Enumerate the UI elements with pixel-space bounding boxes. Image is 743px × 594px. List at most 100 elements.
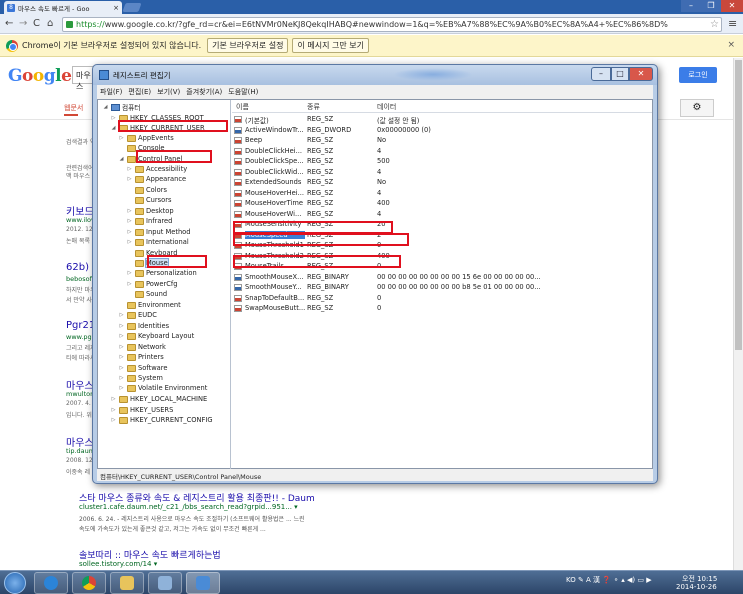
tree-node[interactable]: ▷ Identities <box>118 321 170 331</box>
page-scrollbar[interactable] <box>733 58 743 570</box>
registry-value-row[interactable]: DoubleClickWid... REG_SZ 4 <box>234 168 650 178</box>
tree-node[interactable]: ▷ Network <box>118 342 166 352</box>
tree-node[interactable]: ▷ AppEvents <box>118 133 174 143</box>
registry-value-row[interactable]: MouseHoverHei... REG_SZ 4 <box>234 189 650 199</box>
taskbar-explorer[interactable] <box>110 572 144 594</box>
tree-node[interactable]: ▷ Software <box>118 363 168 373</box>
tree-node[interactable]: ▷ HKEY_LOCAL_MACHINE <box>110 394 208 404</box>
menu-file[interactable]: 파일(F) <box>100 87 122 97</box>
expand-toggle-icon[interactable]: ▷ <box>118 385 125 391</box>
tree-node[interactable]: ▷ EUDC <box>118 310 157 320</box>
taskbar-network[interactable] <box>148 572 182 594</box>
registry-value-row[interactable]: SnapToDefaultB... REG_SZ 0 <box>234 294 650 304</box>
column-header-type[interactable]: 종류 <box>307 102 320 112</box>
tree-node[interactable]: ▷ Printers <box>118 352 164 362</box>
registry-value-row[interactable]: SmoothMouseY... REG_BINARY 00 00 00 00 00 … <box>234 283 650 293</box>
registry-value-row[interactable]: SmoothMouseX... REG_BINARY 00 00 00 00 00 … <box>234 273 650 283</box>
tree-node[interactable]: ▷ Infrared <box>126 216 173 226</box>
expand-toggle-icon[interactable]: ▷ <box>118 344 125 350</box>
set-default-browser-button[interactable]: 기본 브라우저로 설정 <box>207 38 289 53</box>
expand-toggle-icon[interactable]: ▷ <box>118 354 125 360</box>
menu-edit[interactable]: 편집(E) <box>128 87 151 97</box>
tree-node[interactable]: Cursors <box>126 195 171 205</box>
forward-icon[interactable]: → <box>19 18 27 29</box>
tree-node[interactable]: Environment <box>118 300 181 310</box>
column-header-name[interactable]: 이름 <box>236 102 249 112</box>
registry-value-row[interactable]: SwapMouseButt... REG_SZ 0 <box>234 304 650 314</box>
browser-tab[interactable]: 8 마우스 속도 빠르게 - Goo × <box>4 1 122 14</box>
regedit-close-button[interactable]: ✕ <box>629 67 653 81</box>
tree-node[interactable]: ◢ 컴퓨터 <box>102 102 140 112</box>
regedit-titlebar[interactable]: 레지스트리 편집기 – □ ✕ <box>93 65 657 85</box>
tree-node[interactable]: ▷ HKEY_USERS <box>110 405 174 415</box>
column-header-data[interactable]: 데이터 <box>377 102 396 112</box>
taskbar-ie[interactable] <box>34 572 68 594</box>
registry-values-list[interactable]: 이름 종류 데이터 (기본값) REG_SZ (값 설정 안 됨) ActiveWin… <box>232 100 652 470</box>
reload-icon[interactable]: C <box>33 18 40 29</box>
tree-node[interactable]: ▷ Input Method <box>126 227 191 237</box>
tree-node[interactable]: ▷ International <box>126 237 189 247</box>
registry-value-row[interactable]: DoubleClickSpe... REG_SZ 500 <box>234 157 650 167</box>
menu-help[interactable]: 도움말(H) <box>228 87 258 97</box>
expand-toggle-icon[interactable]: ▷ <box>118 333 125 339</box>
tree-node[interactable]: Sound <box>126 289 167 299</box>
expand-toggle-icon[interactable]: ▷ <box>126 270 133 276</box>
tree-node[interactable]: ▷ Volatile Environment <box>118 383 208 393</box>
minimize-button[interactable]: – <box>681 0 701 12</box>
tree-node[interactable]: ▷ PowerCfg <box>126 279 178 289</box>
registry-value-row[interactable]: ExtendedSounds REG_SZ No <box>234 178 650 188</box>
expand-toggle-icon[interactable]: ▷ <box>118 323 125 329</box>
result-url[interactable]: cluster1.cafe.daum.net/_c21_/bbs_search_… <box>79 503 298 511</box>
clock-date[interactable]: 2014-10-26 <box>676 583 717 591</box>
google-logo[interactable]: Google <box>8 66 72 86</box>
back-icon[interactable]: ← <box>5 18 13 29</box>
registry-value-row[interactable]: ActiveWindowTr... REG_DWORD 0x00000000 (0) <box>234 126 650 136</box>
expand-toggle-icon[interactable]: ▷ <box>126 218 133 224</box>
close-button[interactable]: ✕ <box>721 0 743 12</box>
registry-value-row[interactable]: MouseHoverTime REG_SZ 400 <box>234 199 650 209</box>
expand-toggle-icon[interactable]: ▷ <box>126 281 133 287</box>
tab-web-documents[interactable]: 웹문서 <box>64 103 83 113</box>
bookmark-star-icon[interactable]: ☆ <box>710 19 719 30</box>
sign-in-button[interactable]: 로그인 <box>679 67 717 83</box>
menu-view[interactable]: 보기(V) <box>157 87 180 97</box>
taskbar-regedit[interactable] <box>186 572 220 594</box>
chrome-menu-icon[interactable]: ≡ <box>728 17 737 30</box>
system-tray[interactable]: KO ✎ A 漢 ❓ ⚬ ▴ ◀) ▭ ▶ <box>566 575 652 585</box>
expand-toggle-icon[interactable]: ▷ <box>126 166 133 172</box>
expand-toggle-icon[interactable]: ▷ <box>118 135 125 141</box>
start-button[interactable] <box>4 572 26 594</box>
tree-node[interactable]: ▷ Appearance <box>126 174 187 184</box>
regedit-maximize-button[interactable]: □ <box>611 67 629 81</box>
expand-toggle-icon[interactable]: ▷ <box>118 365 125 371</box>
maximize-button[interactable]: ❐ <box>701 0 721 12</box>
scrollbar-thumb[interactable] <box>735 60 742 350</box>
tree-node[interactable]: ▷ Keyboard Layout <box>118 331 195 341</box>
expand-toggle-icon[interactable]: ▷ <box>126 229 133 235</box>
expand-toggle-icon[interactable]: ◢ <box>110 125 117 131</box>
menu-favorites[interactable]: 즐겨찾기(A) <box>186 87 222 97</box>
tree-node[interactable]: ▷ Accessibility <box>126 164 188 174</box>
regedit-minimize-button[interactable]: – <box>591 67 611 81</box>
expand-toggle-icon[interactable]: ▷ <box>118 375 125 381</box>
home-icon[interactable]: ⌂ <box>47 18 53 29</box>
registry-value-row[interactable]: MouseHoverWi... REG_SZ 4 <box>234 210 650 220</box>
registry-value-row[interactable]: DoubleClickHei... REG_SZ 4 <box>234 147 650 157</box>
expand-toggle-icon[interactable]: ▷ <box>110 407 117 413</box>
dont-show-again-button[interactable]: 이 메시지 그만 보기 <box>292 38 369 53</box>
tree-node[interactable]: Colors <box>126 185 167 195</box>
tree-node[interactable]: ▷ Personalization <box>126 268 197 278</box>
expand-toggle-icon[interactable]: ▷ <box>126 176 133 182</box>
tree-node[interactable]: ▷ System <box>118 373 163 383</box>
expand-toggle-icon[interactable]: ▷ <box>110 417 117 423</box>
tab-close-icon[interactable]: × <box>113 4 122 12</box>
registry-value-row[interactable]: Beep REG_SZ No <box>234 136 650 146</box>
tree-node[interactable]: ▷ HKEY_CURRENT_CONFIG <box>110 415 213 425</box>
expand-toggle-icon[interactable]: ▷ <box>110 396 117 402</box>
expand-toggle-icon[interactable]: ▷ <box>126 239 133 245</box>
expand-toggle-icon[interactable]: ◢ <box>118 156 125 162</box>
result-url[interactable]: sollee.tistory.com/14 ▾ <box>79 560 157 568</box>
settings-gear-icon[interactable]: ⚙ <box>680 99 714 117</box>
infobar-close-icon[interactable]: × <box>727 40 735 50</box>
registry-value-row[interactable]: (기본값) REG_SZ (값 설정 안 됨) <box>234 115 650 125</box>
